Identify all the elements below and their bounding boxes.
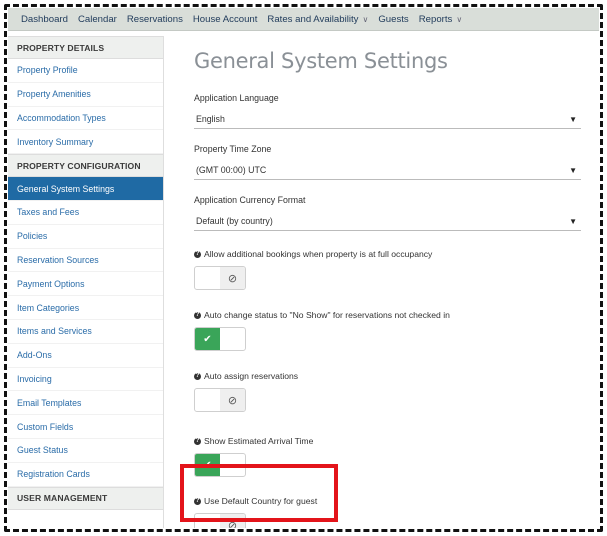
option-auto-assign-label: ? Auto assign reservations bbox=[194, 370, 589, 382]
toggle-no-show[interactable]: ✔ bbox=[194, 327, 246, 351]
currency-select[interactable]: Default (by country) ▼ bbox=[194, 212, 581, 231]
sidebar-item-property-profile[interactable]: Property Profile bbox=[8, 59, 163, 83]
option-label-text: Show Estimated Arrival Time bbox=[204, 436, 314, 446]
question-circle-icon[interactable]: ? bbox=[194, 372, 201, 380]
toggle-empty-half bbox=[220, 454, 245, 476]
nav-reservations[interactable]: Reservations bbox=[122, 14, 188, 25]
nav-house-account[interactable]: House Account bbox=[188, 14, 263, 25]
section-user-management: USER MANAGEMENT bbox=[8, 486, 163, 510]
nav-guests[interactable]: Guests bbox=[373, 14, 413, 25]
sidebar-item-add-ons[interactable]: Add-Ons bbox=[8, 344, 163, 368]
nav-label: Calendar bbox=[77, 13, 117, 25]
timezone-label: Property Time Zone bbox=[194, 144, 272, 154]
language-value: English bbox=[196, 114, 225, 124]
option-full-occupancy-label: ? Allow additional bookings when propert… bbox=[194, 248, 589, 260]
toggle-empty-half bbox=[220, 328, 245, 350]
option-default-country-label: ? Use Default Country for guest bbox=[194, 495, 589, 507]
check-icon: ✔ bbox=[195, 454, 220, 476]
sidebar-item-general-system-settings[interactable]: General System Settings bbox=[8, 177, 163, 201]
toggle-full-occupancy[interactable]: ⊘ bbox=[194, 266, 246, 290]
currency-label: Application Currency Format bbox=[194, 195, 306, 205]
toggle-empty-half bbox=[195, 514, 220, 528]
sidebar-item-policies[interactable]: Policies bbox=[8, 225, 163, 249]
toggle-empty-half bbox=[195, 267, 220, 289]
top-navigation: Dashboard Calendar Reservations House Ac… bbox=[8, 8, 599, 31]
sidebar-item-property-amenities[interactable]: Property Amenities bbox=[8, 83, 163, 107]
nav-calendar[interactable]: Calendar bbox=[73, 14, 122, 25]
section-property-configuration: PROPERTY CONFIGURATION bbox=[8, 154, 163, 178]
sidebar-item-invoicing[interactable]: Invoicing bbox=[8, 368, 163, 392]
section-property-details: PROPERTY DETAILS bbox=[8, 36, 163, 59]
question-circle-icon[interactable]: ? bbox=[194, 311, 201, 319]
nav-label: Reports bbox=[418, 13, 453, 25]
nav-label: House Account bbox=[192, 13, 258, 25]
sidebar: PROPERTY DETAILS Property Profile Proper… bbox=[8, 36, 164, 528]
check-icon: ✔ bbox=[195, 328, 220, 350]
ban-icon: ⊘ bbox=[220, 389, 245, 411]
toggle-arrival-time[interactable]: ✔ bbox=[194, 453, 246, 477]
nav-label: Reservations bbox=[126, 13, 183, 25]
sidebar-item-payment-options[interactable]: Payment Options bbox=[8, 272, 163, 297]
sidebar-item-registration-cards[interactable]: Registration Cards bbox=[8, 463, 163, 487]
option-arrival-time-label: ? Show Estimated Arrival Time bbox=[194, 435, 589, 447]
sidebar-item-guest-status[interactable]: Guest Status bbox=[8, 439, 163, 463]
option-label-text: Auto assign reservations bbox=[204, 371, 299, 381]
caret-down-icon: ▼ bbox=[569, 114, 577, 124]
nav-label: Dashboard bbox=[21, 13, 68, 25]
app-window: Dashboard Calendar Reservations House Ac… bbox=[8, 8, 599, 528]
nav-reports[interactable]: Reports ∨ bbox=[414, 14, 467, 25]
sidebar-item-email-templates[interactable]: Email Templates bbox=[8, 391, 163, 416]
ban-icon: ⊘ bbox=[220, 514, 245, 528]
toggle-empty-half bbox=[195, 389, 220, 411]
question-circle-icon[interactable]: ? bbox=[194, 497, 201, 505]
chevron-down-icon: ∨ bbox=[362, 14, 369, 24]
toggle-default-country[interactable]: ⊘ bbox=[194, 513, 246, 528]
timezone-value: (GMT 00:00) UTC bbox=[196, 165, 267, 175]
nav-dashboard[interactable]: Dashboard bbox=[16, 14, 73, 25]
nav-label: Guests bbox=[378, 13, 409, 25]
nav-rates-availability[interactable]: Rates and Availability ∨ bbox=[262, 14, 373, 25]
sidebar-item-inventory-summary[interactable]: Inventory Summary bbox=[8, 130, 163, 155]
currency-value: Default (by country) bbox=[196, 216, 273, 226]
question-circle-icon[interactable]: ? bbox=[194, 437, 201, 445]
timezone-select[interactable]: (GMT 00:00) UTC ▼ bbox=[194, 161, 581, 180]
sidebar-item-items-and-services[interactable]: Items and Services bbox=[8, 320, 163, 344]
sidebar-item-taxes-and-fees[interactable]: Taxes and Fees bbox=[8, 201, 163, 225]
chevron-down-icon: ∨ bbox=[456, 14, 463, 24]
sidebar-item-accommodation-types[interactable]: Accommodation Types bbox=[8, 107, 163, 131]
sidebar-item-item-categories[interactable]: Item Categories bbox=[8, 296, 163, 320]
question-circle-icon[interactable]: ? bbox=[194, 250, 201, 258]
option-label-text: Allow additional bookings when property … bbox=[204, 249, 433, 259]
settings-panel: General System Settings Application Lang… bbox=[194, 36, 589, 528]
toggle-auto-assign[interactable]: ⊘ bbox=[194, 388, 246, 412]
ban-icon: ⊘ bbox=[220, 267, 245, 289]
caret-down-icon: ▼ bbox=[569, 216, 577, 226]
nav-label: Rates and Availability bbox=[267, 13, 359, 25]
option-label-text: Auto change status to "No Show" for rese… bbox=[204, 310, 450, 320]
option-label-text: Use Default Country for guest bbox=[204, 496, 318, 506]
sidebar-item-custom-fields[interactable]: Custom Fields bbox=[8, 415, 163, 439]
caret-down-icon: ▼ bbox=[569, 165, 577, 175]
page-title: General System Settings bbox=[194, 49, 448, 73]
language-select[interactable]: English ▼ bbox=[194, 110, 581, 129]
sidebar-item-reservation-sources[interactable]: Reservation Sources bbox=[8, 249, 163, 273]
language-label: Application Language bbox=[194, 93, 279, 103]
option-no-show-label: ? Auto change status to "No Show" for re… bbox=[194, 309, 589, 321]
